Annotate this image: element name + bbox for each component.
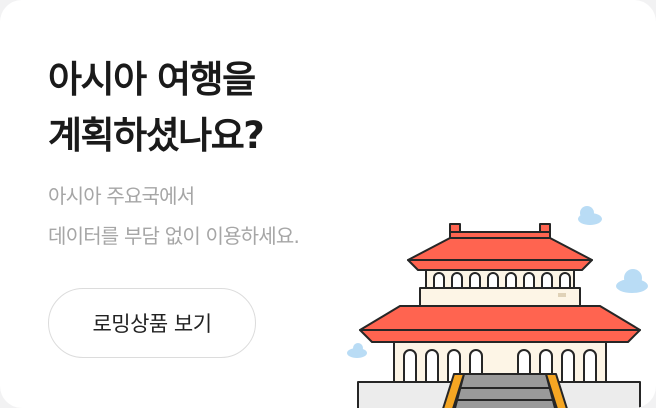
hero-subtitle-line-1: 아시아 주요국에서 [48, 184, 195, 208]
roaming-products-button[interactable]: 로밍상품 보기 [48, 288, 256, 358]
hero-subtitle-line-2: 데이터를 부담 없이 이용하세요. [48, 224, 300, 248]
promo-card: 아시아 여행을 계획하셨나요? 아시아 주요국에서 데이터를 부담 없이 이용하… [0, 0, 656, 408]
hero-title-line-1: 아시아 여행을 [48, 58, 256, 101]
hero-subtitle: 아시아 주요국에서 데이터를 부담 없이 이용하세요. [48, 176, 300, 256]
hero-title: 아시아 여행을 계획하셨나요? [48, 52, 265, 164]
hero-title-line-2: 계획하셨나요? [48, 114, 265, 157]
asian-palace-icon [347, 206, 648, 408]
